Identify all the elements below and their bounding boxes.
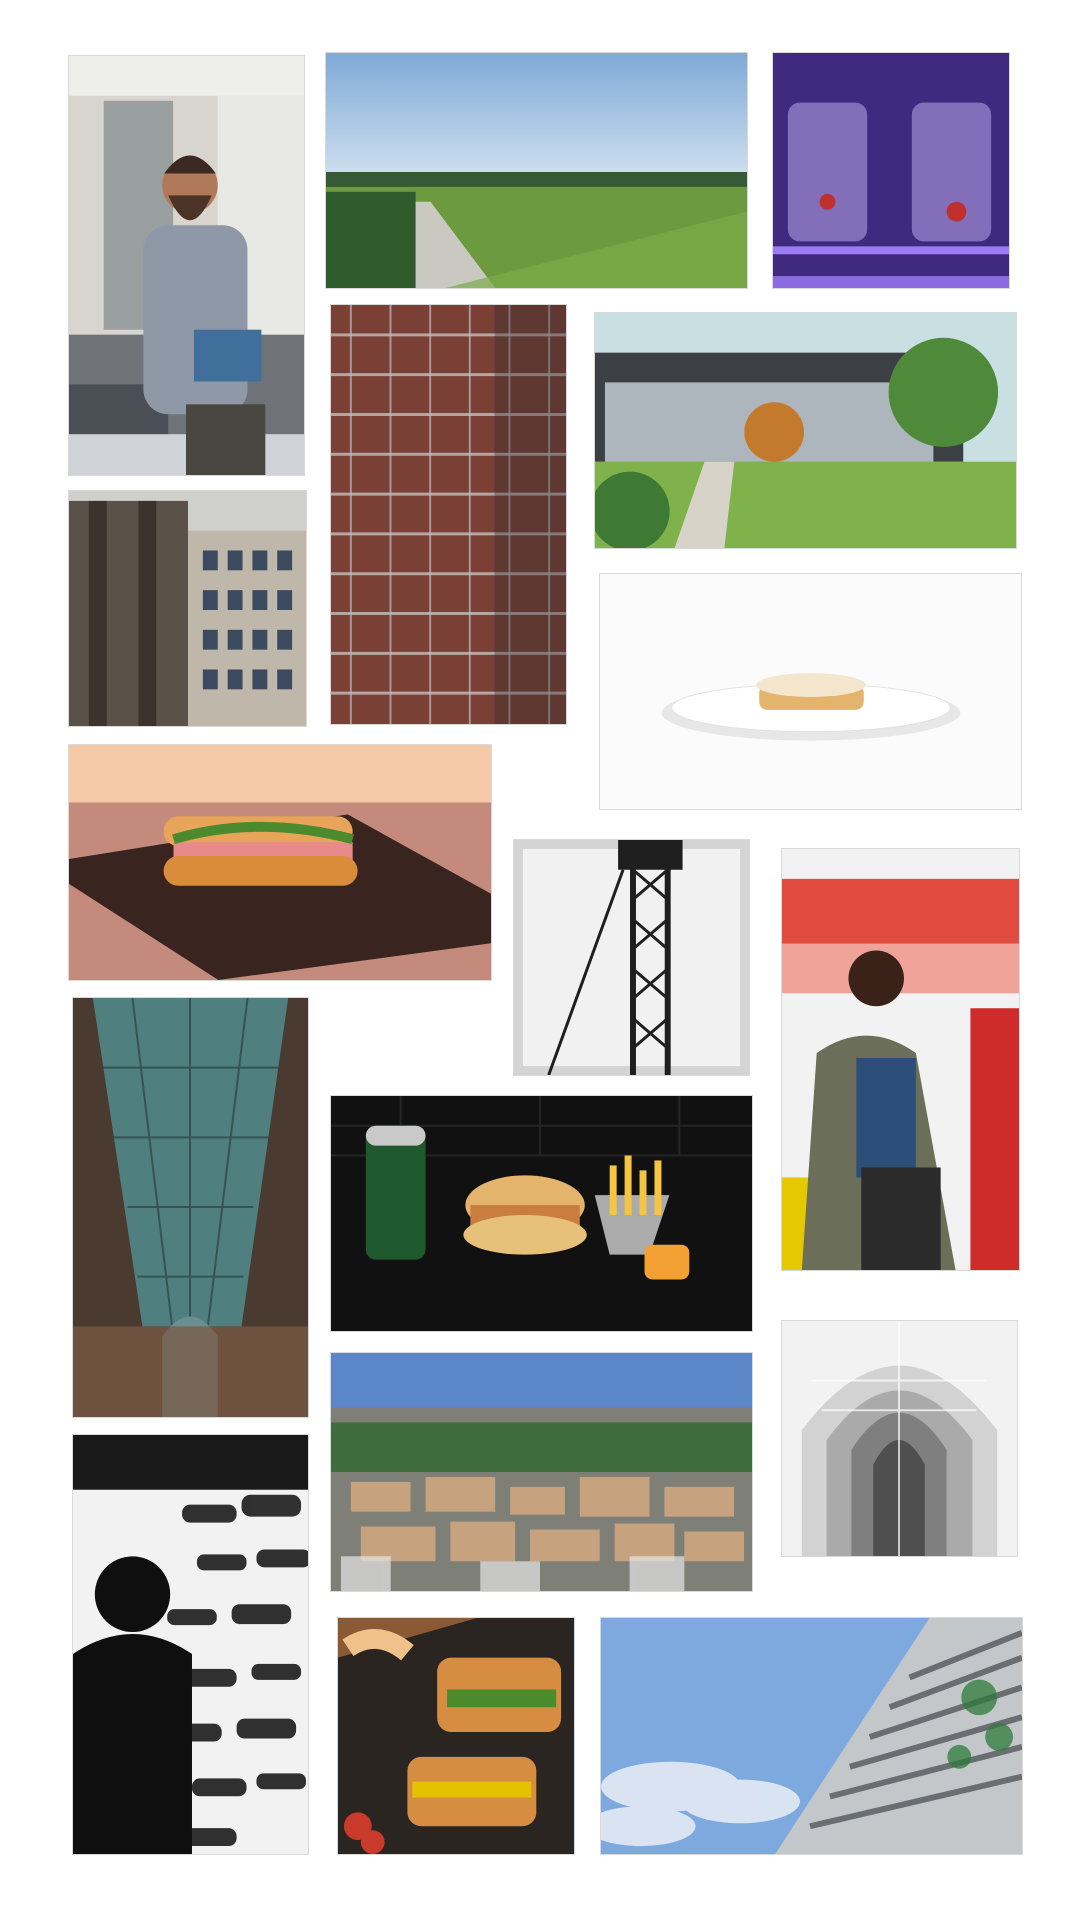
photo-man-at-market-stall bbox=[782, 849, 1019, 1270]
photo-scaffolded-brick-tower bbox=[331, 305, 566, 724]
photo-tile-man-at-market-stall[interactable] bbox=[781, 848, 1020, 1271]
photo-city-aerial-view bbox=[331, 1353, 752, 1591]
photo-sandwich-on-slate bbox=[69, 745, 491, 980]
photo-tile-vineyard-aerial-landscape[interactable] bbox=[325, 52, 748, 289]
photo-tart-on-white-plate bbox=[600, 574, 1021, 809]
photo-man-holding-circuit-board bbox=[69, 56, 304, 475]
photo-tile-man-silhouette-car-wall[interactable] bbox=[72, 1434, 309, 1855]
photo-tile-modern-building-garden[interactable] bbox=[594, 312, 1017, 549]
photo-tile-sandwich-on-slate[interactable] bbox=[68, 744, 492, 981]
photo-tile-man-holding-circuit-board[interactable] bbox=[68, 55, 305, 476]
photo-tile-city-aerial-view[interactable] bbox=[330, 1352, 753, 1592]
photo-vineyard-aerial-landscape bbox=[326, 53, 747, 288]
photo-modern-building-garden bbox=[595, 313, 1016, 548]
photo-tile-tart-on-white-plate[interactable] bbox=[599, 573, 1022, 810]
photo-tile-abandoned-building-frame[interactable] bbox=[68, 490, 307, 727]
photo-tile-scaffolded-brick-tower[interactable] bbox=[330, 304, 567, 725]
photo-tile-panini-sandwiches-board[interactable] bbox=[337, 1617, 575, 1855]
photo-man-silhouette-car-wall bbox=[73, 1435, 308, 1854]
photo-modern-apartment-balconies bbox=[601, 1618, 1022, 1854]
photo-glass-jars-purple-light bbox=[773, 53, 1009, 288]
photo-gothic-church-interior-bw bbox=[782, 1321, 1017, 1556]
photo-crane-tower-bw bbox=[514, 840, 749, 1075]
photo-tile-crane-tower-bw[interactable] bbox=[513, 839, 750, 1076]
photo-tile-burger-fries-soda[interactable] bbox=[330, 1095, 753, 1332]
photo-abandoned-building-frame bbox=[69, 491, 306, 726]
photo-burger-fries-soda bbox=[331, 1096, 752, 1331]
photo-tile-glass-jars-purple-light[interactable] bbox=[772, 52, 1010, 289]
photo-gallery bbox=[0, 0, 1080, 1920]
photo-tile-gothic-church-interior-bw[interactable] bbox=[781, 1320, 1018, 1557]
photo-glass-arcade-ceiling bbox=[73, 998, 308, 1417]
photo-tile-modern-apartment-balconies[interactable] bbox=[600, 1617, 1023, 1855]
photo-panini-sandwiches-board bbox=[338, 1618, 574, 1854]
photo-tile-glass-arcade-ceiling[interactable] bbox=[72, 997, 309, 1418]
